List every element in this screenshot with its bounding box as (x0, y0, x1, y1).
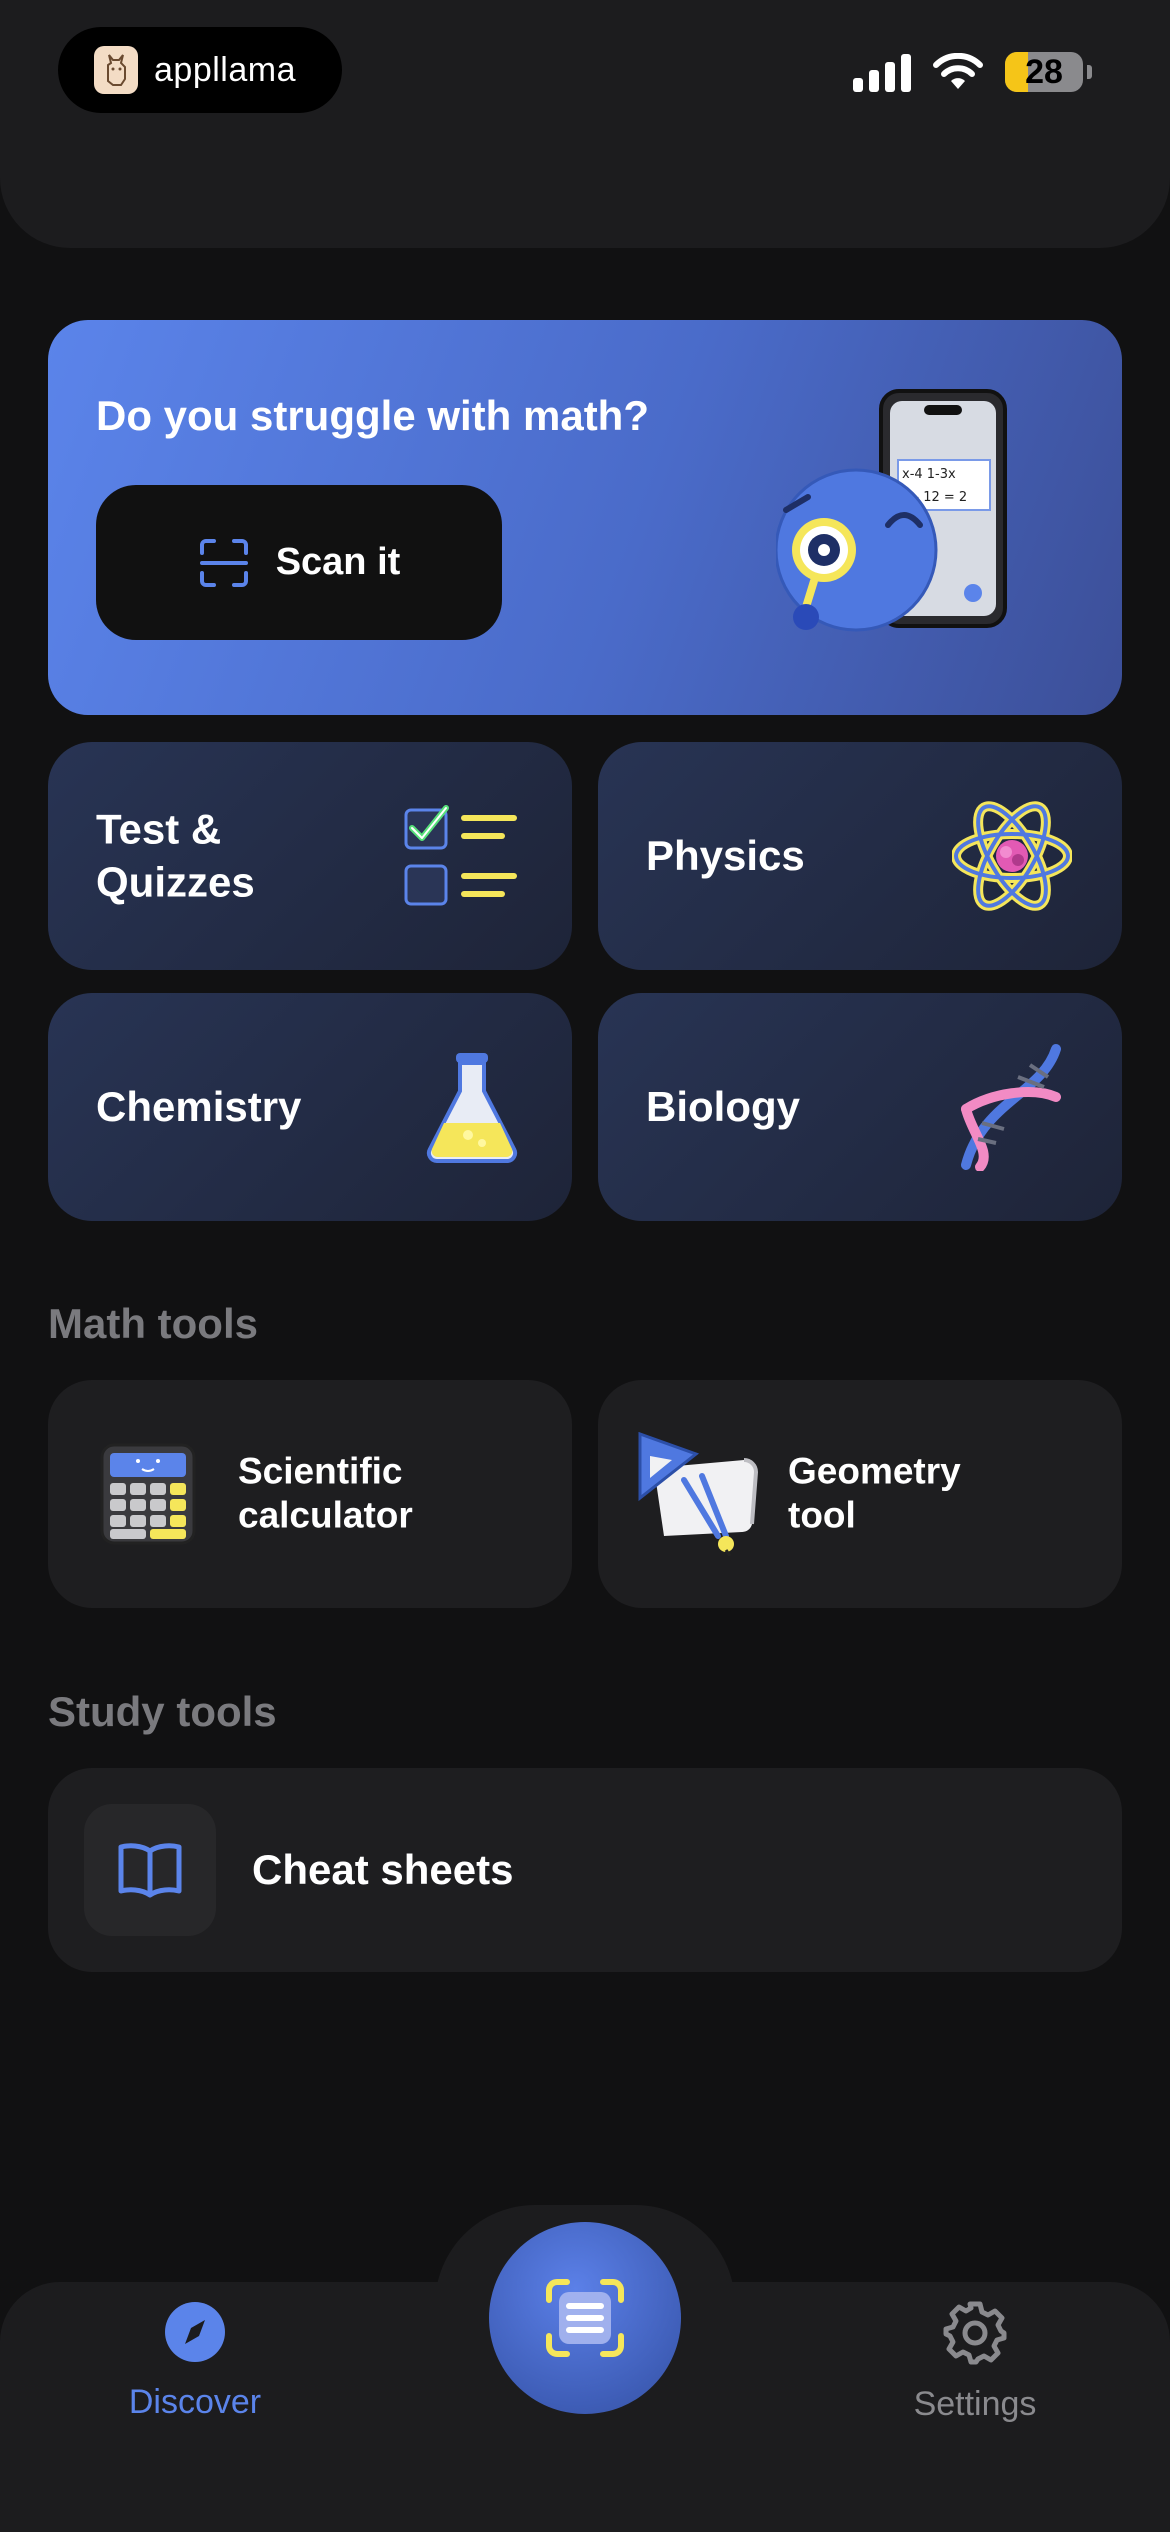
subject-label: Chemistry (96, 1082, 302, 1130)
scan-it-button[interactable]: Scan it (96, 485, 502, 640)
flask-icon (426, 1053, 518, 1164)
tab-settings-label: Settings (913, 2385, 1037, 2423)
tab-settings[interactable]: Settings (855, 2300, 1095, 2424)
subject-card-test-quizzes[interactable]: Test & Quizzes (48, 742, 572, 970)
tool-label: Geometry tool (788, 1450, 961, 1536)
subject-label: Physics (646, 831, 805, 879)
scan-document-icon (546, 2279, 624, 2357)
cellular-signal-icon (853, 52, 911, 92)
battery-level: 28 (1025, 52, 1063, 91)
dna-icon (961, 1044, 1061, 1171)
cheat-sheets-label: Cheat sheets (252, 1846, 514, 1893)
tab-discover[interactable]: Discover (75, 2300, 315, 2422)
center-scan-button[interactable] (489, 2222, 681, 2414)
subject-label: Biology (646, 1082, 800, 1130)
banner-title: Do you struggle with math? (96, 392, 649, 439)
gear-icon (943, 2301, 1007, 2365)
study-tools-heading: Study tools (48, 1688, 277, 1735)
llama-logo-icon (94, 46, 138, 94)
brand-pill: appllama (58, 27, 342, 113)
tool-card-scientific-calculator[interactable]: Scientific calculator (48, 1380, 572, 1608)
subject-label: Test & Quizzes (96, 805, 255, 906)
book-icon-box (84, 1804, 216, 1936)
tool-label: Scientific calculator (238, 1450, 413, 1536)
subject-card-physics[interactable]: Physics (598, 742, 1122, 970)
compass-icon (165, 2302, 225, 2362)
subject-card-biology[interactable]: Biology (598, 993, 1122, 1221)
subject-card-chemistry[interactable]: Chemistry (48, 993, 572, 1221)
cheat-sheets-card[interactable]: Cheat sheets (48, 1768, 1122, 1972)
calculator-icon (100, 1443, 196, 1545)
scan-it-label: Scan it (275, 541, 401, 583)
math-scan-banner[interactable]: Do you struggle with math? Scan it x-4 1… (48, 320, 1122, 715)
scan-frame-icon (199, 538, 248, 587)
math-tools-heading: Math tools (48, 1300, 258, 1347)
geometry-icon (638, 1432, 759, 1556)
brand-name: appllama (154, 50, 296, 89)
atom-icon (952, 801, 1072, 911)
tool-card-geometry-tool[interactable]: Geometry tool (598, 1380, 1122, 1608)
svg-text:x-4 1-3x: x-4 1-3x (902, 467, 956, 482)
status-bar: 28 (853, 52, 1092, 92)
battery-icon: 28 (1005, 52, 1083, 92)
checklist-icon (404, 805, 517, 906)
book-icon (118, 1843, 182, 1898)
tab-discover-label: Discover (128, 2383, 262, 2421)
wifi-icon (933, 53, 983, 89)
phone-mascot-illustration: x-4 1-3x 4 - 12 = 2 (776, 389, 1007, 632)
